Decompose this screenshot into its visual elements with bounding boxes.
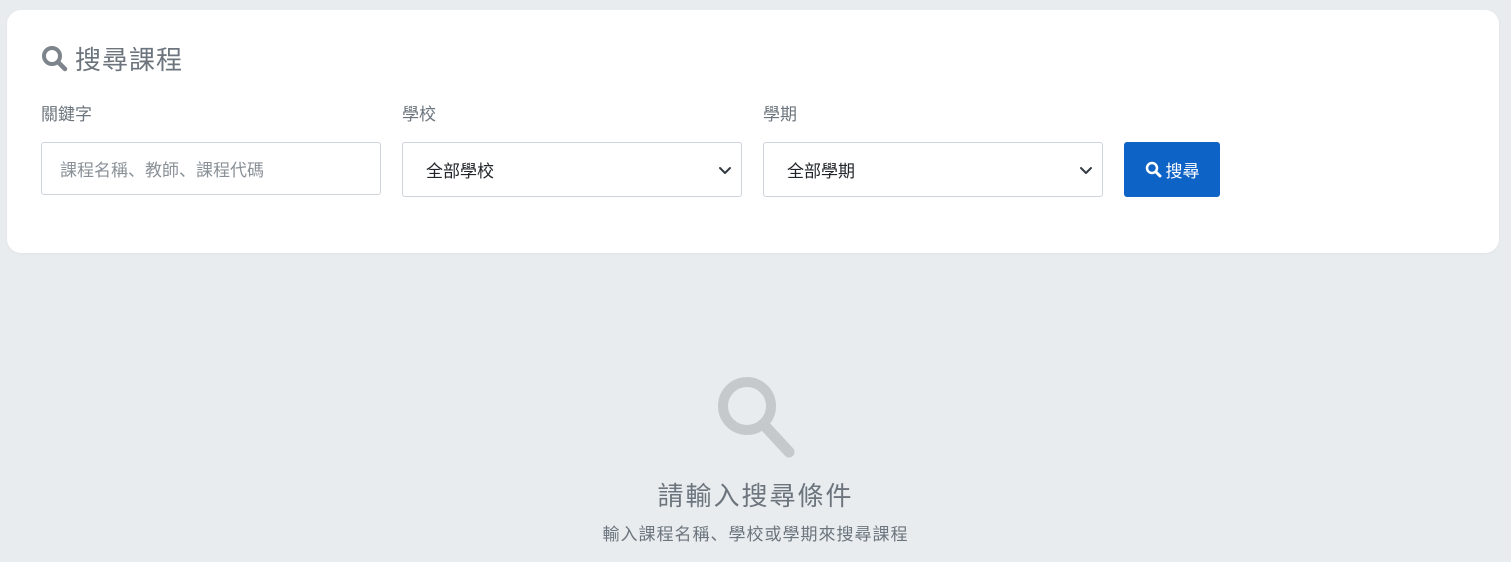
semester-select-value: 全部學期 bbox=[787, 162, 855, 182]
search-button[interactable]: 搜尋 bbox=[1124, 142, 1220, 197]
search-button-label: 搜尋 bbox=[1165, 162, 1200, 182]
search-icon bbox=[40, 44, 68, 72]
empty-state-title: 請輸入搜尋條件 bbox=[657, 482, 854, 512]
empty-state: 請輸入搜尋條件 輸入課程名稱、學校或學期來搜尋課程 bbox=[0, 372, 1511, 546]
school-select[interactable]: 全部學校 bbox=[402, 142, 742, 197]
search-icon bbox=[713, 372, 799, 460]
search-card-title: 搜尋課程 bbox=[40, 40, 183, 76]
school-select-value: 全部學校 bbox=[426, 162, 494, 182]
empty-state-subtitle: 輸入課程名稱、學校或學期來搜尋課程 bbox=[602, 525, 909, 545]
semester-label: 學期 bbox=[763, 105, 797, 125]
search-card-title-text: 搜尋課程 bbox=[75, 45, 184, 76]
keyword-input-placeholder: 課程名稱、教師、課程代碼 bbox=[60, 161, 264, 181]
chevron-down-icon bbox=[1079, 163, 1093, 177]
school-label: 學校 bbox=[402, 105, 436, 125]
search-icon bbox=[1145, 161, 1162, 178]
keyword-input[interactable]: 課程名稱、教師、課程代碼 bbox=[41, 142, 381, 195]
chevron-down-icon bbox=[718, 163, 732, 177]
semester-select[interactable]: 全部學期 bbox=[763, 142, 1103, 197]
search-card: 搜尋課程 bbox=[7, 10, 1499, 253]
keyword-label: 關鍵字 bbox=[41, 105, 92, 125]
